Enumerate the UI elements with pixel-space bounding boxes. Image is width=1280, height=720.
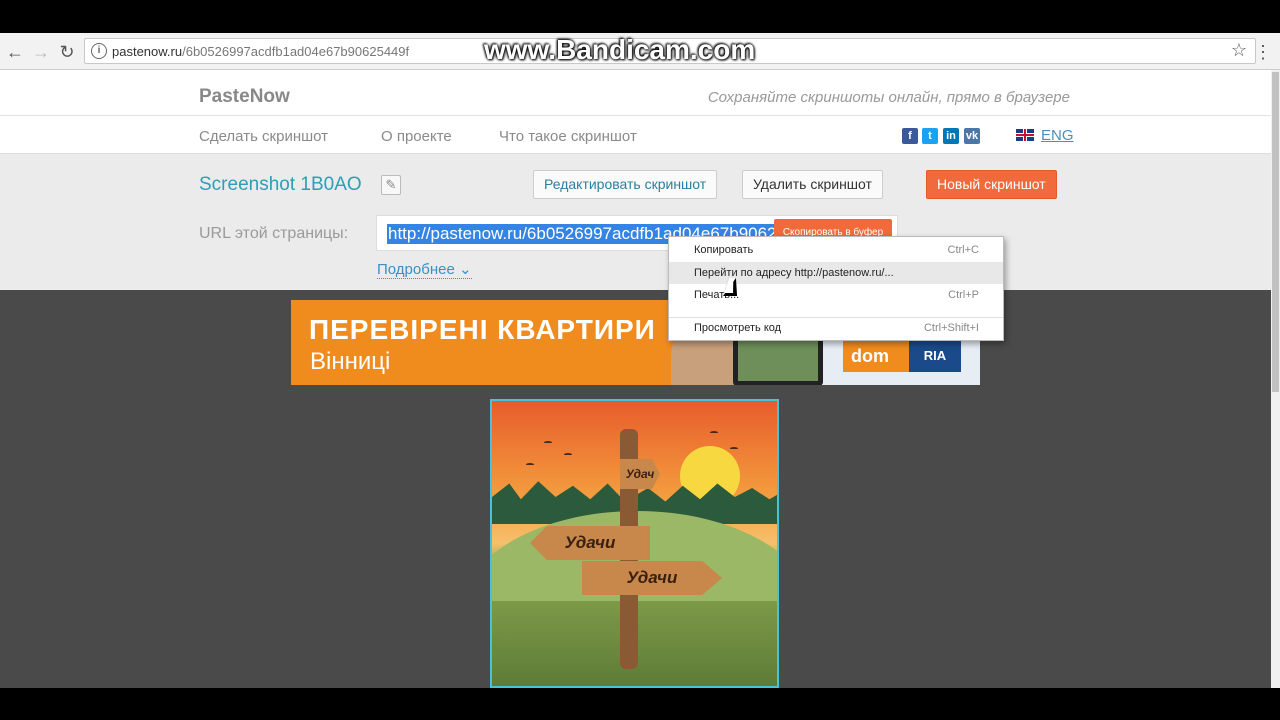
facebook-icon[interactable]: f <box>902 128 918 144</box>
reload-icon[interactable]: ↻ <box>56 41 78 63</box>
url-label: URL этой страницы: <box>199 225 349 242</box>
language-switch[interactable]: ENG <box>1041 127 1074 144</box>
banner-tablet-image <box>733 336 823 385</box>
more-link-label: Подробнее <box>377 261 455 278</box>
chevron-down-icon: ⌄ <box>458 261 472 278</box>
back-icon[interactable]: ← <box>4 41 26 63</box>
vk-icon[interactable]: vk <box>964 128 980 144</box>
uk-flag-icon[interactable] <box>1016 129 1034 141</box>
bird-shape <box>526 463 534 466</box>
context-item-view-source[interactable]: Просмотреть код Ctrl+Shift+I <box>669 317 1003 339</box>
menu-item-what-is-screenshot[interactable]: Что такое скриншот <box>499 128 637 145</box>
site-header: PasteNow Сохраняйте скриншоты онлайн, пр… <box>0 70 1271 116</box>
linkedin-icon[interactable]: in <box>943 128 959 144</box>
forward-icon[interactable]: → <box>30 41 52 63</box>
sign-left: Удачи <box>530 526 650 560</box>
menu-item-about[interactable]: О проекте <box>381 128 452 145</box>
screenshot-title: Screenshot 1B0AO <box>199 174 362 195</box>
bird-shape <box>710 431 718 434</box>
info-icon[interactable]: i <box>91 43 107 59</box>
scrollbar-thumb[interactable] <box>1272 72 1279 392</box>
sign-right: Удачи <box>582 561 722 595</box>
page-scrollbar[interactable] <box>1271 70 1280 688</box>
context-item-copy[interactable]: Копировать Ctrl+C <box>669 239 1003 261</box>
screenshot-image[interactable]: Удач Удачи Удачи <box>490 399 779 688</box>
banner-headline: ПЕРЕВІРЕНІ КВАРТИРИ <box>309 314 656 345</box>
bird-shape <box>730 447 738 450</box>
menu-item-make-screenshot[interactable]: Сделать скриншот <box>199 128 328 145</box>
recording-watermark: www.Bandicam.com <box>484 34 756 65</box>
pencil-icon[interactable]: ✎ <box>381 175 401 195</box>
window-top-bar <box>0 0 1280 33</box>
new-screenshot-button[interactable]: Новый скриншот <box>926 170 1057 199</box>
site-tagline: Сохраняйте скриншоты онлайн, прямо в бра… <box>707 89 1070 106</box>
image-area: ПЕРЕВІРЕНІ КВАРТИРИ Вінниці dom RIA Удач… <box>0 290 1271 688</box>
address-url[interactable]: pastenow.ru/6b0526997acdfb1ad04e67b90625… <box>112 44 409 59</box>
context-item-print[interactable]: Печать... Ctrl+P <box>669 284 1003 306</box>
twitter-icon[interactable]: t <box>922 128 938 144</box>
browser-menu-icon[interactable]: ⋮ <box>1254 41 1272 63</box>
bookmark-star-icon[interactable]: ☆ <box>1231 40 1247 61</box>
banner-city: Вінниці <box>310 348 391 375</box>
screenshot-panel: Screenshot 1B0AO ✎ Редактировать скриншо… <box>0 154 1271 290</box>
context-menu: Копировать Ctrl+C Перейти по адресу http:… <box>668 236 1004 341</box>
edit-screenshot-button[interactable]: Редактировать скриншот <box>533 170 718 199</box>
site-menu: Сделать скриншот О проекте Что такое скр… <box>0 116 1271 154</box>
window-bottom-bar <box>0 688 1280 720</box>
context-item-go-to-address[interactable]: Перейти по адресу http://pastenow.ru/... <box>669 262 1003 284</box>
sign-top: Удач <box>620 459 660 489</box>
site-logo[interactable]: PasteNow <box>199 86 290 108</box>
bird-shape <box>564 453 572 456</box>
bird-shape <box>544 441 552 444</box>
delete-screenshot-button[interactable]: Удалить скриншот <box>742 170 883 199</box>
more-link[interactable]: Подробнее ⌄ <box>377 260 472 279</box>
page-viewport: PasteNow Сохраняйте скриншоты онлайн, пр… <box>0 70 1271 688</box>
banner-logo-ria: RIA <box>909 340 961 372</box>
